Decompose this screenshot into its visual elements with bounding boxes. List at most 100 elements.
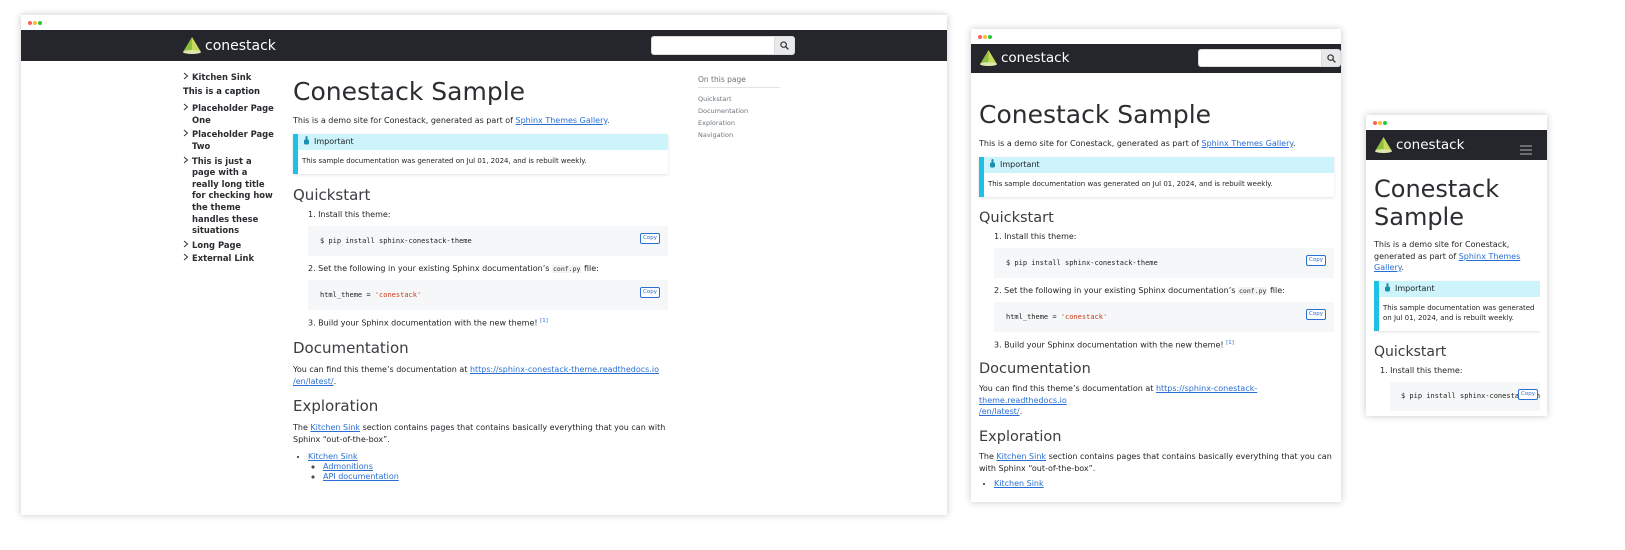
kitchen-sink-link[interactable]: Kitchen Sink	[310, 423, 360, 432]
kitchen-sink-link[interactable]: Kitchen Sink	[996, 452, 1046, 461]
sidebar-item-long-page[interactable]: Long Page	[183, 240, 275, 252]
page-title: Conestack Sample	[1374, 175, 1500, 231]
search-input[interactable]	[651, 36, 775, 55]
brand-name: conestack	[1396, 137, 1465, 153]
main-content: Conestack Sample This is a demo site for…	[979, 100, 1334, 488]
code-block-config: html_theme = 'conestack' Copy	[308, 279, 668, 310]
documentation-heading: Documentation	[979, 361, 1091, 378]
code-block-install: $ pip install sphinx-conestack-theme Cop…	[308, 225, 668, 256]
important-admonition: Important This sample documentation was …	[979, 156, 1334, 197]
sphinx-gallery-link[interactable]: Sphinx Themes Gallery	[1202, 139, 1293, 148]
sidebar-item-label: Placeholder Page Two	[192, 129, 274, 151]
maximize-window-dot[interactable]	[38, 21, 42, 25]
step-1: 1. Install this theme:	[1380, 365, 1463, 375]
copy-button[interactable]: Copy	[1518, 388, 1538, 400]
admonitions-link[interactable]: Admonitions	[323, 462, 373, 471]
toc-item-quickstart[interactable]: Quickstart	[698, 93, 780, 105]
copy-button[interactable]: Copy	[640, 232, 660, 244]
code-line: $ pip install sphinx-conestack-theme	[1006, 258, 1158, 267]
minimize-window-dot[interactable]	[983, 35, 987, 39]
kitchen-sink-list-link[interactable]: Kitchen Sink	[308, 452, 358, 461]
code-value: 'conestack'	[374, 290, 422, 299]
page-title: Conestack Sample	[293, 77, 526, 106]
footnote-link[interactable]: [1]	[1226, 340, 1234, 346]
exploration-paragraph: The Kitchen Sink section contains pages …	[979, 451, 1334, 474]
step-2-suffix: file:	[581, 263, 599, 273]
toc-item-documentation[interactable]: Documentation	[698, 105, 780, 117]
exploration-sublist: Admonitions API documentation	[308, 462, 668, 481]
search-input[interactable]	[1198, 49, 1322, 67]
brand[interactable]: conestack	[1375, 137, 1464, 153]
close-window-dot[interactable]	[28, 21, 32, 25]
close-window-dot[interactable]	[978, 35, 982, 39]
sidebar-caption: This is a caption	[183, 85, 260, 96]
quickstart-heading: Quickstart	[979, 209, 1054, 226]
docs-link-line-2: /en/latest/	[979, 407, 1020, 417]
admonition-body: This sample documentation was generated …	[988, 179, 1273, 188]
api-documentation-link[interactable]: API documentation	[323, 472, 399, 481]
step-3: 3. Build your Sphinx documentation with …	[994, 340, 1334, 350]
toc-item-navigation[interactable]: Navigation	[698, 129, 780, 141]
search-button[interactable]	[775, 36, 795, 55]
docs-link-line-2: /en/latest/	[293, 376, 334, 386]
sphinx-gallery-link[interactable]: Sphinx Themes Gallery	[516, 116, 607, 125]
sidebar-item-placeholder-one[interactable]: Placeholder Page One	[183, 103, 275, 126]
close-window-dot[interactable]	[1373, 121, 1377, 125]
conestack-logo-icon	[980, 50, 997, 66]
code-block-install: $ pip install sphinx-conestack-theme Cop…	[994, 247, 1334, 278]
code-block-config: html_theme = 'conestack' Copy	[994, 301, 1334, 332]
sidebar-item-placeholder-two[interactable]: Placeholder Page Two	[183, 129, 275, 152]
copy-button[interactable]: Copy	[640, 286, 660, 298]
top-navbar: conestack	[971, 44, 1341, 73]
minimize-window-dot[interactable]	[1378, 121, 1382, 125]
toc-title: On this page	[698, 75, 780, 88]
brand[interactable]: conestack	[980, 50, 1069, 66]
step-2-suffix: file:	[1267, 285, 1285, 295]
maximize-window-dot[interactable]	[988, 35, 992, 39]
intro-suffix: .	[1292, 139, 1296, 148]
code-key: html_theme	[1006, 312, 1049, 321]
brand-name: conestack	[205, 37, 276, 54]
admonition-header: Important	[984, 156, 1334, 173]
sidebar-item-external-link[interactable]: External Link	[183, 253, 275, 265]
toc-item-exploration[interactable]: Exploration	[698, 117, 780, 129]
minimize-window-dot[interactable]	[33, 21, 37, 25]
step-2-text: 2. Set the following in your existing Sp…	[994, 285, 1238, 295]
copy-button[interactable]: Copy	[1306, 254, 1326, 266]
sidebar-item-label: This is just a page with a really long t…	[192, 155, 273, 236]
admonition-title: Important	[314, 137, 354, 147]
maximize-window-dot[interactable]	[1383, 121, 1387, 125]
documentation-text: You can find this theme’s documentation …	[293, 365, 470, 375]
hamburger-menu-icon[interactable]	[1520, 140, 1532, 159]
step-3: 3. Build your Sphinx documentation with …	[308, 318, 668, 328]
sidebar-item-long-title[interactable]: This is just a page with a really long t…	[183, 156, 275, 237]
admonition-title: Important	[1000, 160, 1040, 170]
search-button[interactable]	[1322, 49, 1341, 67]
conestack-logo-icon	[183, 37, 201, 54]
documentation-heading: Documentation	[293, 339, 409, 358]
sidebar-item-kitchen-sink[interactable]: Kitchen Sink	[183, 72, 275, 84]
list-item: Admonitions	[323, 462, 668, 471]
exploration-paragraph: The Kitchen Sink section contains pages …	[293, 422, 668, 445]
step-2-text: 2. Set the following in your existing Sp…	[308, 263, 552, 273]
copy-button[interactable]: Copy	[1306, 308, 1326, 320]
exploration-heading: Exploration	[979, 429, 1062, 446]
exploration-heading: Exploration	[293, 397, 379, 416]
sidebar-nav: Kitchen Sink This is a caption Placehold…	[183, 72, 275, 265]
search-form	[651, 36, 795, 55]
kitchen-sink-list-link[interactable]: Kitchen Sink	[994, 479, 1044, 488]
window-chrome	[1366, 115, 1547, 130]
search-icon	[1326, 53, 1336, 63]
main-content: Conestack Sample This is a demo site for…	[293, 77, 668, 482]
brand[interactable]: conestack	[183, 37, 276, 54]
admonition-header: Important	[298, 133, 668, 150]
footnote-link[interactable]: [1]	[540, 318, 548, 324]
page-title: Conestack Sample	[979, 100, 1212, 129]
chevron-right-icon	[183, 72, 192, 84]
desktop-browser-window: conestack Kitchen Sink This is a caption…	[21, 15, 947, 515]
quickstart-heading: Quickstart	[293, 185, 371, 204]
list-item: Kitchen Sink Admonitions API documentati…	[308, 452, 668, 481]
sidebar-item-label: Kitchen Sink	[192, 72, 252, 82]
sidebar-item-label: External Link	[192, 253, 255, 264]
exploration-text: The	[293, 423, 311, 433]
